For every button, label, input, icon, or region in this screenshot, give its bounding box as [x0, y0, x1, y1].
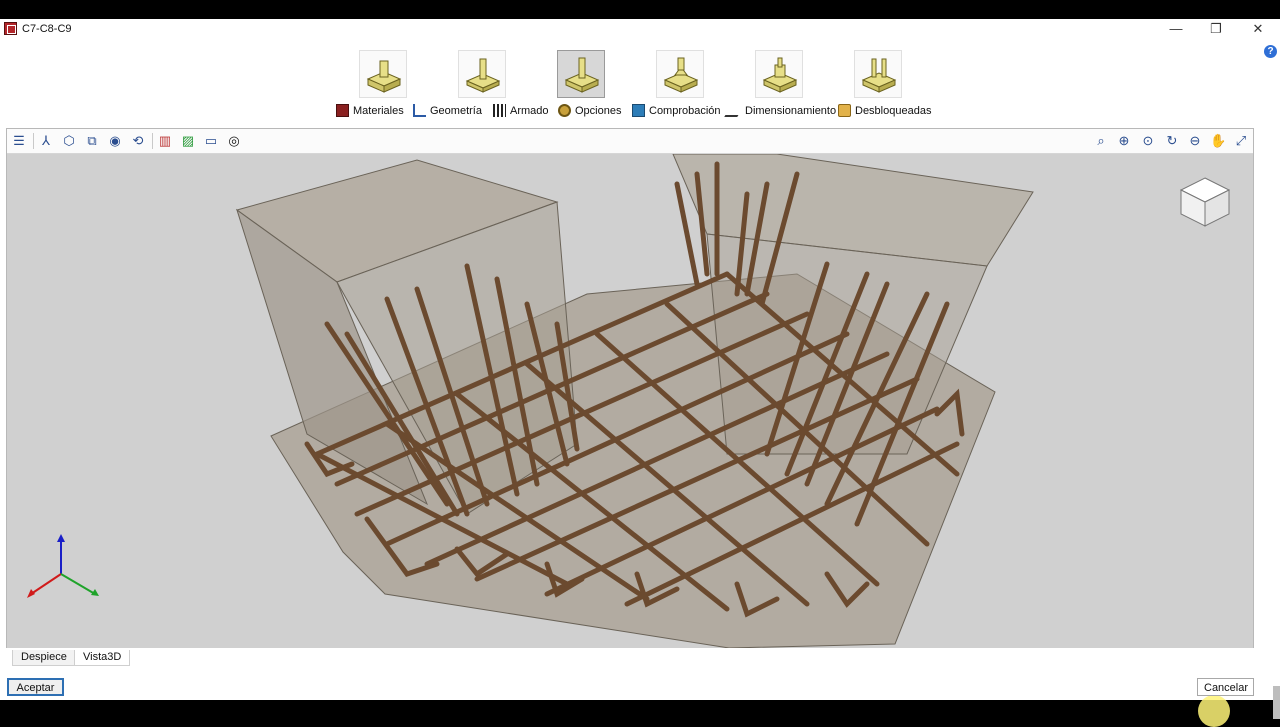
solid-view-icon[interactable]: ⧉	[84, 133, 100, 149]
footing-icon	[663, 57, 699, 93]
maximize-button[interactable]: ❐	[1196, 19, 1236, 40]
eye-solid-icon[interactable]: ◉	[107, 133, 123, 149]
cursor-highlight	[1198, 695, 1230, 727]
tab-vista3d[interactable]: Vista3D	[74, 650, 131, 666]
ruler-compass-icon	[413, 104, 426, 117]
tab-label: Dimensionamiento	[745, 104, 837, 117]
tab-armado[interactable]: Armado	[493, 104, 549, 117]
panels-icon[interactable]: ▥	[157, 133, 173, 149]
box-view-icon[interactable]: ⬡	[61, 133, 77, 149]
view-toolbar: ☰ ⅄ ⬡ ⧉ ◉ ⟲ ▥ ▨ ▭ ◎ ⌕ ⊕ ⊙ ↻ ⊖ ✋ ⤢	[7, 129, 1253, 154]
tab-label: Comprobación	[649, 104, 721, 117]
footing-icon	[366, 60, 402, 93]
window-title: C7-C8-C9	[22, 23, 72, 35]
tab-comprobacion[interactable]: Comprobación	[632, 104, 721, 117]
footing-icon	[861, 58, 897, 93]
help-icon[interactable]: ?	[1264, 45, 1277, 58]
tool-footing-5[interactable]	[755, 50, 803, 98]
axis-icon[interactable]: ⅄	[38, 133, 54, 149]
toolbar-separator	[33, 133, 34, 149]
tab-geometria[interactable]: Geometría	[413, 104, 482, 117]
tab-label: Materiales	[353, 104, 404, 117]
rebar-grid-icon	[493, 104, 506, 117]
rotate-axis-icon[interactable]: ⟲	[130, 133, 146, 149]
tool-footing-2[interactable]	[458, 50, 506, 98]
render-canvas[interactable]	[7, 154, 1253, 648]
tool-footing-6[interactable]	[854, 50, 902, 98]
pan-hand-icon[interactable]: ✋	[1210, 133, 1226, 149]
green-grid-icon[interactable]: ▨	[180, 133, 196, 149]
xyz-axes-icon	[27, 534, 99, 598]
tab-desbloqueadas[interactable]: Desbloqueadas	[838, 104, 931, 117]
scrollbar-thumb[interactable]	[1273, 686, 1280, 719]
tab-despiece[interactable]: Despiece	[12, 650, 76, 666]
navigation-cube[interactable]	[1177, 174, 1233, 230]
close-button[interactable]: ✕	[1238, 19, 1278, 40]
bottom-tabs: Despiece Vista3D	[6, 648, 1254, 668]
footing-icon	[465, 58, 501, 93]
tab-label: Opciones	[575, 104, 622, 117]
app-icon	[4, 22, 17, 35]
zoom-extents-icon[interactable]: ⊕	[1116, 133, 1132, 149]
module-toolbar: Materiales Geometría Armado Opciones Com…	[0, 40, 1262, 124]
view-cube-icon	[1179, 177, 1231, 227]
title-bar: C7-C8-C9 — ❐ ✕	[0, 19, 1280, 40]
tab-opciones[interactable]: Opciones	[558, 104, 621, 117]
pencil-icon	[724, 104, 745, 117]
zoom-out-icon[interactable]: ⊖	[1187, 133, 1203, 149]
toolbar-separator	[152, 133, 153, 149]
tab-dimensionamiento[interactable]: Dimensionamiento	[724, 104, 837, 117]
brick-wall-icon	[336, 104, 349, 117]
accept-button[interactable]: Aceptar	[7, 678, 64, 696]
refresh-view-icon[interactable]: ↻	[1164, 133, 1180, 149]
app-window: C7-C8-C9 — ❐ ✕ ? Materiales Geometría Ar…	[0, 19, 1280, 727]
viewport-3d: ☰ ⅄ ⬡ ⧉ ◉ ⟲ ▥ ▨ ▭ ◎ ⌕ ⊕ ⊙ ↻ ⊖ ✋ ⤢	[6, 128, 1254, 648]
cancel-button[interactable]: Cancelar	[1197, 678, 1254, 696]
tool-footing-4[interactable]	[656, 50, 704, 98]
rebar-model-3d	[235, 154, 1034, 648]
visibility-icon[interactable]: ◎	[226, 133, 242, 149]
axis-gizmo	[23, 534, 103, 604]
module-tabs: Materiales Geometría Armado Opciones Com…	[0, 104, 1262, 120]
minimize-button[interactable]: —	[1156, 19, 1196, 40]
tab-label: Armado	[510, 104, 549, 117]
frame-icon[interactable]: ▭	[203, 133, 219, 149]
tool-footing-1[interactable]	[359, 50, 407, 98]
footing-icon	[762, 57, 798, 93]
zoom-in-icon[interactable]: ⊙	[1140, 133, 1156, 149]
tab-materiales[interactable]: Materiales	[336, 104, 404, 117]
footing-icon	[564, 57, 600, 93]
monitor-check-icon	[632, 104, 645, 117]
unlock-icon	[838, 104, 851, 117]
tab-label: Desbloqueadas	[855, 104, 932, 117]
fit-view-icon[interactable]: ⤢	[1233, 133, 1249, 149]
tool-footing-3[interactable]	[557, 50, 605, 98]
zoom-window-icon[interactable]: ⌕	[1093, 133, 1109, 149]
layers-icon[interactable]: ☰	[11, 133, 27, 149]
gears-icon	[558, 104, 571, 117]
tab-label: Geometría	[430, 104, 482, 117]
